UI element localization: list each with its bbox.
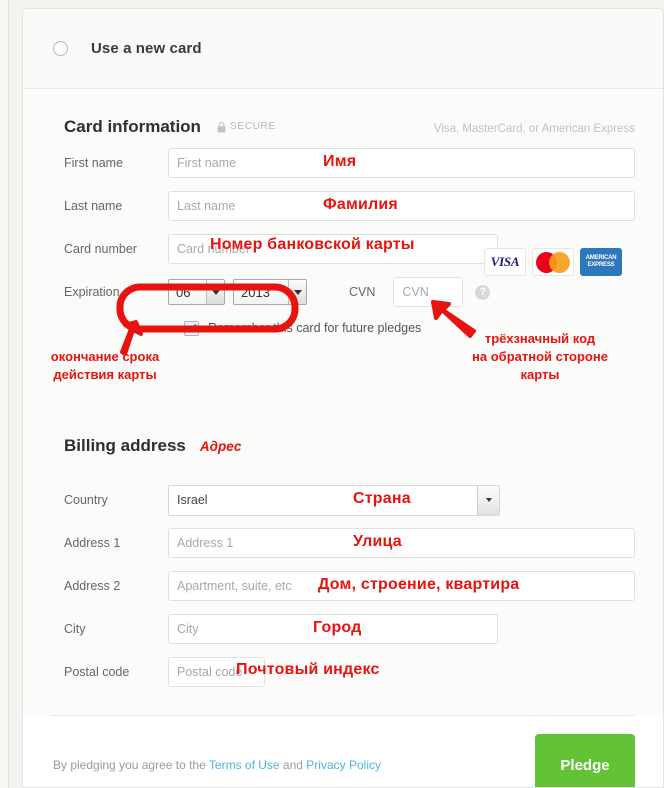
address1-label: Address 1 bbox=[64, 536, 121, 550]
annotation-expiration-note: окончание срока действия карты bbox=[20, 348, 190, 384]
annotation-address1: Улица bbox=[353, 533, 402, 550]
annotation-cvn-note-line3: карты bbox=[520, 367, 560, 382]
last-name-placeholder: Last name bbox=[177, 199, 236, 213]
annotation-postal-code: Почтовый индекс bbox=[236, 661, 380, 678]
postal-code-row: Postal code Postal code Почтовый индекс bbox=[23, 655, 663, 689]
address1-row: Address 1 Address 1 Улица bbox=[23, 526, 663, 560]
page-left-gutter bbox=[0, 0, 9, 788]
expiration-year-value: 2013 bbox=[241, 284, 270, 300]
mastercard-yellow-circle bbox=[549, 251, 570, 273]
cvn-placeholder: CVN bbox=[402, 285, 429, 299]
annotation-cvn-note: трёхзначный код на обратной стороне карт… bbox=[435, 330, 645, 384]
address1-placeholder: Address 1 bbox=[177, 536, 234, 550]
remember-card-checkbox[interactable] bbox=[184, 320, 199, 336]
postal-code-label: Postal code bbox=[64, 665, 130, 679]
use-new-card-label: Use a new card bbox=[91, 40, 202, 57]
annotation-cvn-note-line1: трёхзначный код bbox=[484, 331, 596, 346]
cvn-label: CVN bbox=[349, 285, 376, 299]
secure-badge-label: SECURE bbox=[229, 121, 276, 132]
annotation-last-name: Фамилия bbox=[323, 196, 398, 213]
remember-card-label: Remember this card for future pledges bbox=[208, 321, 422, 335]
annotation-country: Страна bbox=[353, 490, 411, 507]
annotation-cvn-note-line2: на обратной стороне bbox=[472, 349, 608, 364]
card-number-label: Card number bbox=[64, 242, 137, 256]
footer-text-between: and bbox=[279, 758, 307, 772]
annotation-city: Город bbox=[313, 619, 362, 636]
address2-row: Address 2 Apartment, suite, etc Дом, стр… bbox=[23, 569, 663, 603]
billing-address-header: Billing address Адрес bbox=[23, 436, 663, 456]
last-name-row: Last name Last name Фамилия bbox=[23, 189, 663, 223]
postal-code-placeholder: Postal code bbox=[177, 665, 243, 679]
billing-address-section: Billing address Адрес Country Israel Стр… bbox=[23, 402, 663, 715]
annotation-card-number: Номер банковской карты bbox=[210, 236, 415, 253]
country-value: Israel bbox=[177, 493, 208, 507]
city-row: City City Город bbox=[23, 612, 663, 646]
last-name-label: Last name bbox=[64, 199, 123, 213]
amex-logo-text: AMERICAN EXPRESS bbox=[586, 255, 617, 269]
amex-line2: EXPRESS bbox=[587, 262, 615, 268]
address2-placeholder: Apartment, suite, etc bbox=[177, 579, 292, 593]
billing-address-title: Billing address bbox=[64, 436, 186, 455]
use-new-card-row[interactable]: Use a new card bbox=[23, 9, 663, 89]
expiration-month-select[interactable]: 06 bbox=[168, 279, 225, 305]
privacy-policy-link[interactable]: Privacy Policy bbox=[306, 758, 381, 772]
expiration-year-select[interactable]: 2013 bbox=[233, 279, 307, 305]
first-name-placeholder: First name bbox=[177, 156, 237, 170]
city-label: City bbox=[64, 622, 86, 636]
card-brand-logos: VISA AMERICAN EXPRESS bbox=[484, 248, 622, 276]
address2-label: Address 2 bbox=[64, 579, 121, 593]
first-name-row: First name First name Имя bbox=[23, 146, 663, 180]
country-chevron-down-icon[interactable] bbox=[477, 485, 499, 515]
terms-of-use-link[interactable]: Terms of Use bbox=[209, 758, 280, 772]
last-name-input[interactable]: Last name bbox=[168, 191, 635, 221]
first-name-label: First name bbox=[64, 156, 124, 170]
mastercard-logo bbox=[532, 248, 574, 276]
visa-logo-text: VISA bbox=[490, 254, 520, 269]
first-name-input[interactable]: First name bbox=[168, 148, 635, 178]
lock-icon bbox=[217, 121, 226, 133]
expiration-month-chevron-down-icon[interactable] bbox=[206, 280, 224, 304]
annotation-first-name: Имя bbox=[323, 153, 357, 170]
amex-line1: AMERICAN bbox=[585, 255, 617, 261]
annotation-expiration-note-line1: окончание срока bbox=[50, 349, 160, 364]
card-information-header: Card information SECURE Visa, MasterCard… bbox=[23, 117, 663, 137]
footer-text-before: By pledging you agree to the bbox=[53, 758, 209, 772]
cvn-input[interactable]: CVN bbox=[393, 277, 464, 307]
footer: By pledging you agree to the Terms of Us… bbox=[23, 716, 663, 787]
country-select[interactable]: Israel bbox=[168, 484, 500, 516]
annotation-address2: Дом, строение, квартира bbox=[318, 576, 520, 593]
amex-logo: AMERICAN EXPRESS bbox=[580, 248, 622, 276]
country-row: Country Israel Страна bbox=[23, 483, 663, 517]
card-information-title: Card information bbox=[64, 117, 201, 136]
expiration-row: Expiration 06 2013 CVN CVN ? bbox=[23, 276, 663, 308]
pledge-button[interactable]: Pledge bbox=[535, 734, 635, 787]
secure-badge: SECURE bbox=[217, 121, 276, 133]
expiration-month-value: 06 bbox=[176, 284, 191, 300]
pledge-card-panel: Use a new card Card information SECURE V… bbox=[22, 8, 664, 788]
visa-logo: VISA bbox=[484, 248, 526, 276]
expiration-year-chevron-down-icon[interactable] bbox=[288, 280, 306, 304]
cvn-help-icon[interactable]: ? bbox=[475, 284, 491, 300]
expiration-label: Expiration bbox=[64, 285, 120, 299]
country-label: Country bbox=[64, 493, 108, 507]
use-new-card-radio[interactable] bbox=[53, 41, 68, 56]
annotation-expiration-note-line2: действия карты bbox=[53, 367, 157, 382]
footer-agreement-text: By pledging you agree to the Terms of Us… bbox=[53, 758, 381, 772]
accepted-brands-note: Visa, MasterCard, or American Express bbox=[433, 123, 635, 135]
annotation-billing-address: Адрес bbox=[199, 439, 242, 454]
city-placeholder: City bbox=[177, 622, 199, 636]
